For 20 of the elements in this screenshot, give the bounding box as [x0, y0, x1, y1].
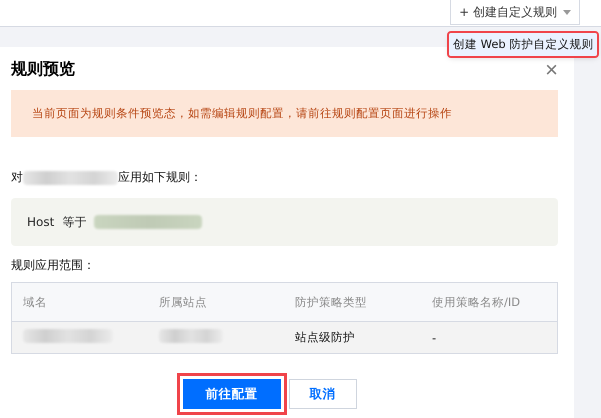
table-cell-text: 站点级防护	[295, 330, 356, 345]
table-cell-text: -	[432, 330, 438, 344]
column-header: 所属站点	[159, 294, 208, 310]
caret-icon	[563, 10, 571, 14]
menu-item[interactable]: 创建 Web 防护自定义规则	[449, 33, 598, 56]
dialog-title: 规则预览	[11, 59, 75, 80]
target-suffix: 应用如下规则：	[118, 169, 202, 186]
target-prefix: 对	[11, 169, 23, 186]
condition-operator: 等于	[62, 214, 86, 230]
redacted-cell	[159, 329, 223, 343]
close-button[interactable]: ×	[545, 60, 558, 80]
column-header: 防护策略类型	[295, 294, 368, 310]
scope-label: 规则应用范围：	[11, 257, 96, 274]
configure-button[interactable]: 前往配置	[182, 379, 280, 409]
cancel-button[interactable]: 取消	[288, 379, 356, 409]
condition-field: Host	[27, 215, 54, 229]
column-header: 使用策略名称/ID	[432, 294, 522, 310]
column-header: 域名	[23, 294, 48, 310]
create-rule-dropdown[interactable]: + 创建自定义规则	[450, 0, 580, 25]
info-alert: 当前页面为规则条件预览态，如需编辑规则配置，请前往规则配置页面进行操作	[11, 90, 558, 137]
